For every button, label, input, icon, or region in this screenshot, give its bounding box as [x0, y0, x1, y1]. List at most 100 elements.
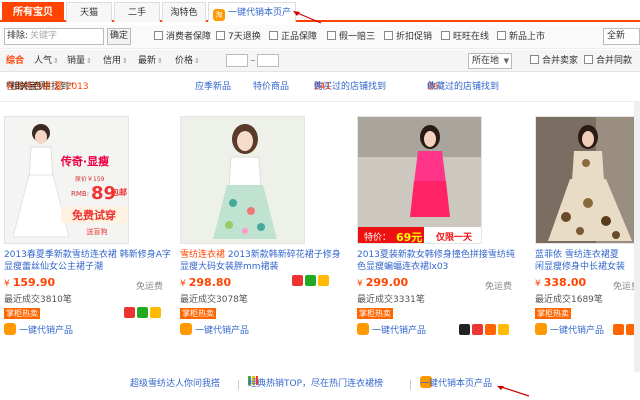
sort-sales[interactable]: 销量⇕ [67, 55, 92, 67]
divider [238, 380, 239, 390]
checkbox-icon[interactable] [530, 55, 539, 64]
checkbox-icon[interactable] [497, 31, 506, 40]
filter-consumer-protection[interactable]: 消费者保障 [154, 31, 211, 43]
sort-credit[interactable]: 信用⇕ [103, 55, 128, 67]
link-one-click-distribute-page-label: 一键代销本页产品 [420, 379, 493, 389]
product-price: ¥298.80 [180, 276, 231, 289]
cta-label: 一键代销产品 [19, 326, 74, 336]
service-badge-icon [137, 307, 148, 318]
filter-discount[interactable]: 折扣促销 [384, 31, 432, 43]
checkbox-icon[interactable] [584, 55, 593, 64]
recent-sales: 最近成交3331笔 [357, 295, 425, 305]
recent-sales: 最近成交1689笔 [535, 295, 603, 305]
merge-sellers-checkbox[interactable]: 合并卖家 [530, 55, 578, 67]
promo-gift: 送盲狗 [87, 227, 108, 236]
link-text: 件 [314, 82, 324, 92]
sort-bar: 综合 人气⇕ 销量⇕ 信用⇕ 最新⇕ 价格⇕ 所在地 ▼ 合并卖家 合并同款 [0, 50, 640, 72]
merge-sellers-label: 合并卖家 [542, 56, 579, 66]
condition-select[interactable]: 全新 [603, 28, 640, 45]
sort-label: 价格 [175, 56, 194, 66]
tab-secondhand[interactable]: 二手 [114, 2, 160, 22]
service-badge-icon [124, 307, 135, 318]
sort-arrow-icon: ⇕ [122, 57, 128, 65]
product-price: ¥299.00 [357, 276, 408, 289]
checkbox-icon[interactable] [384, 31, 393, 40]
related-suffix: ”相关宝贝: [6, 82, 50, 92]
promo-limit: 仅限一天 [435, 231, 473, 243]
one-click-distribute-link[interactable]: 一键代销产品 [4, 323, 73, 337]
price-min-input[interactable] [226, 54, 248, 67]
divider [0, 101, 640, 102]
distribute-logo-icon [4, 323, 16, 335]
bottom-links: 超级雪纺达人你问我搭 经典热销TOP，尽在热门连衣裙榜 一键代销本页产品 [0, 376, 640, 392]
sort-arrow-icon: ⇕ [157, 57, 163, 65]
filter-label: 旺旺在线 [453, 32, 490, 42]
filter-wangwang-online[interactable]: 旺旺在线 [441, 31, 489, 43]
filter-genuine[interactable]: 正品保障 [269, 31, 317, 43]
filter-label: 7天退换 [228, 32, 261, 42]
currency-symbol: ¥ [180, 279, 186, 289]
confirm-button[interactable]: 确定 [107, 28, 131, 45]
checkbox-icon[interactable] [327, 31, 336, 40]
title-text: 2013新款韩新碎花裙子修身 [225, 250, 341, 260]
checkbox-icon[interactable] [441, 31, 450, 40]
checkbox-icon[interactable] [269, 31, 278, 40]
service-badge-icon [613, 324, 624, 335]
service-badge-icon [498, 324, 509, 335]
distribute-logo-icon: 淘 [213, 9, 225, 21]
product-image[interactable]: 特价： 69元 仅限一天 [357, 116, 482, 244]
filter-new-arrival[interactable]: 新品上市 [497, 31, 545, 43]
tab-taotese[interactable]: 淘特色 [162, 2, 206, 22]
sort-popularity[interactable]: 人气⇕ [34, 55, 59, 67]
exclude-keyword-input[interactable]: 排除: 关键字 [4, 28, 104, 45]
exclude-placeholder: 关键字 [30, 31, 58, 41]
promo-price: 69元 [396, 231, 422, 244]
product-image[interactable] [180, 116, 305, 244]
promo-rmb: RMB: [71, 190, 89, 198]
checkbox-icon[interactable] [154, 31, 163, 40]
product-title[interactable]: 2013春夏季新款雪纺连衣裙 韩新修身A字 显瘦蕾丝仙女公主裙子潮 [4, 249, 174, 273]
product-title[interactable]: 2013夏装新款女韩修身撞色拼接雪纺纯 色显瘦蝙蝠连衣裙lx03 [357, 249, 527, 273]
one-click-distribute-tab[interactable]: 淘一键代销本页产品 [208, 2, 296, 38]
promo-free-trial: 免费试穿 [72, 208, 116, 222]
sort-default[interactable]: 综合 [6, 55, 24, 67]
one-click-distribute-link[interactable]: 一键代销产品 [180, 323, 249, 337]
location-select[interactable]: 所在地 ▼ [468, 53, 512, 69]
distribute-logo-icon [180, 323, 192, 335]
filter-7day-return[interactable]: 7天退换 [216, 31, 261, 43]
sort-label: 销量 [67, 56, 86, 66]
link-special-price[interactable]: 特价商品 [253, 80, 289, 94]
divider [410, 380, 411, 390]
filter-label: 正品保障 [281, 32, 318, 42]
annotation-arrow-icon [497, 385, 530, 397]
filter-label: 假一赔三 [339, 32, 376, 42]
sort-label: 最新 [138, 56, 157, 66]
product-title-line: 2013春夏季新款雪纺连衣裙 韩新修身A字 [4, 250, 171, 260]
checkbox-icon[interactable] [216, 31, 225, 40]
sort-arrow-icon: ⇕ [194, 57, 200, 65]
sort-newest[interactable]: 最新⇕ [138, 55, 163, 67]
one-click-distribute-link[interactable]: 一键代销产品 [535, 323, 604, 337]
scrollbar[interactable] [634, 102, 640, 372]
sort-price[interactable]: 价格⇕ [175, 55, 200, 67]
merge-same-checkbox[interactable]: 合并同款 [584, 55, 632, 67]
one-click-distribute-link[interactable]: 一键代销产品 [357, 323, 426, 337]
filter-fake-pay-three[interactable]: 假一赔三 [327, 31, 375, 43]
link-seasonal-new[interactable]: 应季新品 [195, 80, 231, 94]
product-image[interactable]: 传奇·显瘦 原价￥159 RMB: 89 包邮 免费试穿 送盲狗 [4, 116, 129, 244]
product-title[interactable]: 蓝菲依 雪纺连衣裙夏 闲显瘦修身中长裙女装 [535, 249, 640, 273]
product-image[interactable] [535, 116, 640, 244]
tab-tmall[interactable]: 天猫 [66, 2, 112, 22]
recent-sales: 最近成交3078笔 [180, 295, 248, 305]
free-shipping-label: 免运费 [485, 282, 513, 292]
promo-title: 传奇·显瘦 [60, 154, 109, 168]
service-icons [122, 307, 161, 319]
link-chiffon-expert[interactable]: 超级雪纺达人你问我搭 [130, 376, 220, 392]
product-title-line: 蓝菲依 雪纺连衣裙夏 [535, 250, 619, 260]
tab-all-items[interactable]: 所有宝贝 [2, 2, 64, 22]
service-badge-icon [485, 324, 496, 335]
product-title[interactable]: 雪纺连衣裙 2013新款韩新碎花裙子修身 显瘦大码女装胖mm裙装 [180, 249, 350, 273]
price-max-input[interactable] [257, 54, 279, 67]
shopkeeper-hot-badge: 掌柜热卖 [180, 308, 216, 319]
product-title-line: 显瘦大码女装胖mm裙装 [180, 262, 279, 272]
